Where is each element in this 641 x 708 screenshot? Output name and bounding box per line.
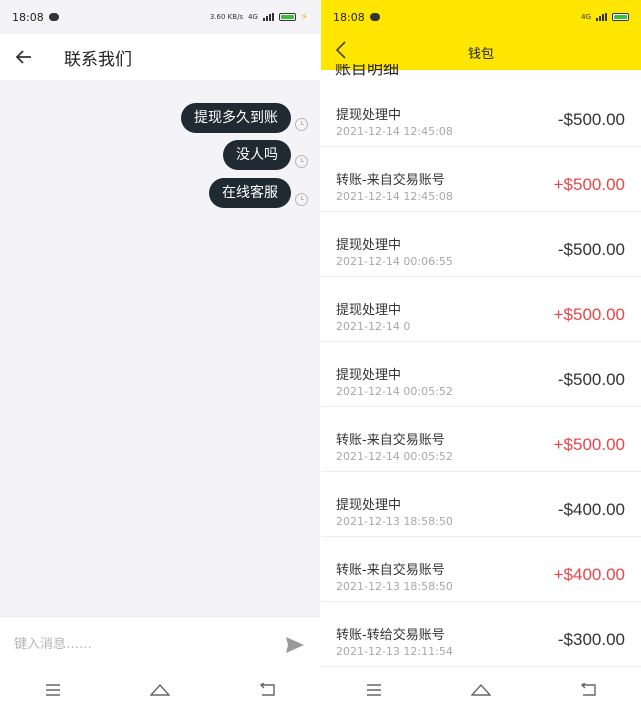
transaction-amount: -$500.00 xyxy=(557,370,625,389)
message-input[interactable] xyxy=(14,637,284,652)
send-icon[interactable] xyxy=(284,634,306,656)
menu-icon[interactable] xyxy=(33,678,73,702)
signal-type: 4G xyxy=(248,13,258,21)
message-item: 提现多久到账 xyxy=(181,102,308,134)
home-icon[interactable] xyxy=(461,678,501,702)
transaction-row[interactable]: 提现处理中 2021-12-13 18:58:50 -$400.00 xyxy=(321,472,641,537)
page-title: 联系我们 xyxy=(64,49,132,70)
message-notification-icon xyxy=(48,13,59,21)
clock-icon xyxy=(295,117,308,131)
transaction-amount: -$500.00 xyxy=(557,240,625,259)
system-nav-bar xyxy=(0,672,320,708)
transaction-label: 转账-来自交易账号 xyxy=(336,563,445,578)
transaction-row[interactable]: 转账-来自交易账号 2021-12-13 18:58:50 +$400.00 xyxy=(321,537,641,602)
transaction-amount: -$400.00 xyxy=(557,500,625,519)
transaction-time: 2021-12-14 00:05:52 xyxy=(336,450,453,463)
transaction-label: 提现处理中 xyxy=(336,303,402,318)
message-composer xyxy=(0,616,320,672)
battery-icon xyxy=(278,13,296,21)
transaction-time: 2021-12-14 12:45:08 xyxy=(336,125,453,138)
transaction-row[interactable]: 转账-转给交易账号 2021-12-13 12:11:54 -$300.00 xyxy=(321,602,641,667)
message-bubble[interactable]: 在线客服 xyxy=(209,178,291,208)
transaction-time: 2021-12-13 18:58:50 xyxy=(336,515,453,528)
transaction-amount: +$500.00 xyxy=(553,175,625,194)
transaction-amount: -$500.00 xyxy=(557,110,625,129)
battery-icon xyxy=(612,13,629,21)
transaction-time: 2021-12-14 00:06:55 xyxy=(336,255,453,268)
transaction-amount: -$300.00 xyxy=(557,630,625,649)
transaction-amount: +$400.00 xyxy=(553,565,625,584)
back-arrow-icon[interactable] xyxy=(0,34,48,80)
chat-screen: 18:08 3.60 KB/s 4G ⚡ 联系我们 提现多久到账 没人吗 在线客… xyxy=(0,0,320,708)
chat-header: 联系我们 xyxy=(0,34,320,80)
transaction-time: 2021-12-13 12:11:54 xyxy=(336,645,453,658)
transaction-label: 提现处理中 xyxy=(336,238,402,253)
message-bubble[interactable]: 提现多久到账 xyxy=(181,103,291,133)
signal-icon xyxy=(262,13,274,21)
transaction-label: 转账-转给交易账号 xyxy=(336,628,445,643)
charging-icon: ⚡ xyxy=(300,11,308,23)
transaction-time: 2021-12-14 0 xyxy=(336,320,411,333)
message-notification-icon xyxy=(369,13,380,21)
menu-icon[interactable] xyxy=(354,678,394,702)
return-icon[interactable] xyxy=(247,678,287,702)
transaction-row[interactable]: 提现处理中 2021-12-14 12:45:08 -$500.00 xyxy=(321,82,641,147)
transaction-label: 提现处理中 xyxy=(336,368,402,383)
transaction-row[interactable]: 提现处理中 2021-12-14 0 +$500.00 xyxy=(321,277,641,342)
transaction-row[interactable]: 提现处理中 2021-12-14 00:05:52 -$500.00 xyxy=(321,342,641,407)
signal-icon xyxy=(596,13,607,21)
transaction-label: 提现处理中 xyxy=(336,108,402,123)
status-bar: 18:08 3.60 KB/s 4G ⚡ xyxy=(0,0,320,34)
network-speed: 3.60 KB/s xyxy=(209,13,244,21)
status-time: 18:08 xyxy=(333,10,365,24)
transaction-time: 2021-12-13 18:58:50 xyxy=(336,580,453,593)
wallet-screen: 18:08 4G 钱包 账目明细 提现处理中 2021-12-14 12:45:… xyxy=(321,0,641,708)
clock-icon xyxy=(295,154,308,168)
signal-type: 4G xyxy=(581,13,591,21)
clock-icon xyxy=(295,192,308,206)
transaction-label: 转账-来自交易账号 xyxy=(336,433,445,448)
return-icon[interactable] xyxy=(568,678,608,702)
page-title: 钱包 xyxy=(467,46,494,62)
back-arrow-icon[interactable] xyxy=(335,38,347,66)
section-title: 账目明细 xyxy=(335,64,400,78)
transaction-label: 转账-来自交易账号 xyxy=(336,173,445,188)
home-icon[interactable] xyxy=(140,678,180,702)
transaction-amount: +$500.00 xyxy=(553,305,625,324)
status-icons: 4G xyxy=(581,13,629,21)
status-bar: 18:08 4G xyxy=(321,0,641,34)
transaction-label: 提现处理中 xyxy=(336,498,402,513)
message-bubble[interactable]: 没人吗 xyxy=(223,140,291,170)
transaction-row[interactable]: 转账-来自交易账号 2021-12-14 12:45:08 +$500.00 xyxy=(321,147,641,212)
message-item: 在线客服 xyxy=(209,177,308,209)
transaction-time: 2021-12-14 00:05:52 xyxy=(336,385,453,398)
message-item: 没人吗 xyxy=(223,139,308,171)
transaction-row[interactable]: 提现处理中 2021-12-14 00:06:55 -$500.00 xyxy=(321,212,641,277)
transaction-time: 2021-12-14 12:45:08 xyxy=(336,190,453,203)
system-nav-bar xyxy=(321,672,641,708)
status-icons: 3.60 KB/s 4G ⚡ xyxy=(210,12,308,23)
message-list: 提现多久到账 没人吗 在线客服 xyxy=(0,80,320,616)
transaction-amount: +$500.00 xyxy=(553,435,625,454)
status-time: 18:08 xyxy=(12,10,44,24)
transaction-row[interactable]: 转账-来自交易账号 2021-12-14 00:05:52 +$500.00 xyxy=(321,407,641,472)
